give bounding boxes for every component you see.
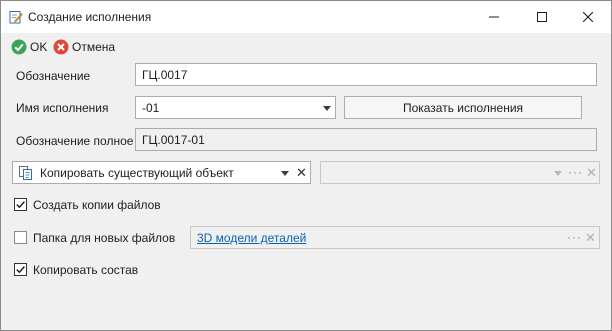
ok-button[interactable]: OK [11,38,47,56]
maximize-icon [537,12,547,22]
more-icon[interactable]: ··· [567,231,582,243]
checkmark-icon [16,266,25,274]
copy-object-icon [18,165,34,184]
chevron-down-icon[interactable] [554,171,562,176]
title-bar[interactable]: Создание исполнения [1,1,611,33]
window-title: Создание исполнения [28,10,152,24]
chevron-down-icon[interactable] [323,106,331,111]
copy-composition-checkbox[interactable] [14,263,27,276]
close-window-button[interactable] [565,1,611,33]
new-files-folder-label[interactable]: Папка для новых файлов [33,231,175,245]
create-file-copies-checkbox[interactable] [14,198,27,211]
close-icon [583,12,593,22]
cancel-x-icon [53,39,69,55]
copy-mode-value: Копировать существующий объект [40,166,234,180]
designation-value: ГЦ.0017 [142,68,188,82]
edit-document-icon [9,10,23,24]
new-files-folder-link[interactable]: 3D модели деталей [197,231,306,245]
copy-mode-select[interactable]: Копировать существующий объект ✕ [12,161,311,184]
new-files-folder-checkbox[interactable] [14,231,27,244]
variant-name-select[interactable]: -01 [135,96,336,119]
cancel-label: Отмена [72,40,116,54]
clear-icon[interactable]: ✕ [586,166,597,179]
copy-composition-label[interactable]: Копировать состав [33,263,138,277]
source-object-select[interactable]: ··· ✕ [320,161,600,184]
cancel-button[interactable]: Отмена [53,38,115,56]
clear-icon[interactable]: ✕ [585,231,596,244]
show-variants-button[interactable]: Показать исполнения [344,96,582,119]
full-designation-field: ГЦ.0017-01 [135,128,597,151]
full-designation-value: ГЦ.0017-01 [142,133,205,147]
ok-check-icon [11,39,27,55]
chevron-down-icon[interactable] [281,171,289,176]
checkmark-icon [16,201,25,209]
maximize-button[interactable] [519,1,565,33]
clear-icon[interactable]: ✕ [296,166,307,179]
more-icon[interactable]: ··· [568,166,583,178]
minimize-button[interactable] [471,1,517,33]
ok-label: OK [30,40,48,54]
variant-name-label: Имя исполнения [16,101,109,115]
new-files-folder-select[interactable]: 3D модели деталей ··· ✕ [190,226,600,249]
dialog-window: Создание исполнения OK Отмена Обозначени… [0,0,612,331]
show-variants-label: Показать исполнения [402,100,524,115]
designation-input[interactable]: ГЦ.0017 [135,63,597,86]
designation-label: Обозначение [16,69,91,83]
create-file-copies-label[interactable]: Создать копии файлов [33,198,161,212]
variant-name-value: -01 [142,101,160,115]
minimize-icon [489,16,499,18]
full-designation-label: Обозначение полное [16,134,134,148]
